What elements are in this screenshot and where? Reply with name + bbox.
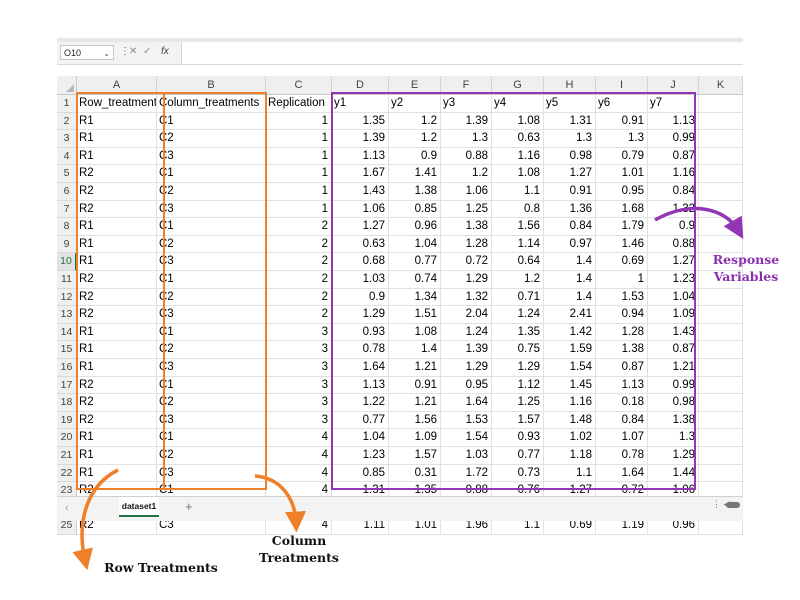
response-variables-label-line1: Response — [712, 252, 780, 267]
column-treatments-label-line1: Column — [271, 533, 327, 548]
column-treatments-label-line2: Treatments — [259, 550, 339, 565]
column-treatments-label: Column Treatments — [252, 532, 346, 566]
response-variables-label: Response Variables — [706, 251, 786, 285]
row-treatments-label: Row Treatments — [104, 560, 218, 575]
response-variables-label-line2: Variables — [713, 269, 779, 284]
column-treatments-arrow — [254, 474, 307, 533]
row-treatments-arrow — [72, 468, 119, 571]
response-variables-arrow — [654, 206, 744, 240]
annotation-arrows — [72, 206, 744, 571]
